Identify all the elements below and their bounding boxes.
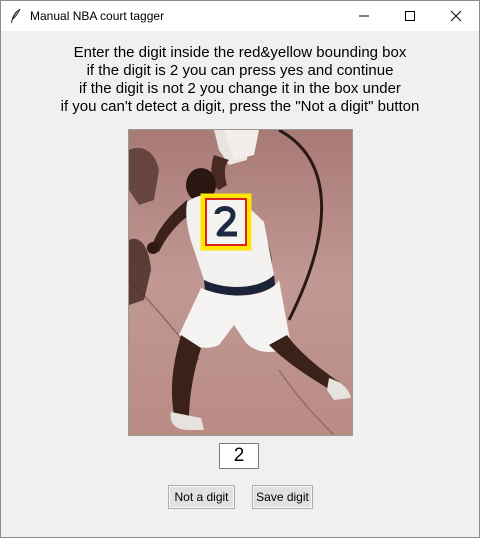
maximize-icon [405,11,415,21]
not-a-digit-button[interactable]: Not a digit [168,485,235,509]
player-image [128,129,353,436]
minimize-icon [359,15,369,17]
digit-entry-field[interactable] [219,443,259,469]
instruction-line: if you can't detect a digit, press the "… [60,98,420,115]
instruction-line: if the digit is 2 you can press yes and … [86,62,394,79]
close-button[interactable] [433,1,479,31]
main-content: Enter the digit inside the red&yellow bo… [1,31,479,537]
app-window: Manual NBA court tagger Enter the digit … [0,0,480,538]
title-bar[interactable]: Manual NBA court tagger [1,1,479,31]
window-title: Manual NBA court tagger [30,9,165,23]
instructions: Enter the digit inside the red&yellow bo… [1,44,479,116]
save-digit-button[interactable]: Save digit [252,485,313,509]
instruction-line: Enter the digit inside the red&yellow bo… [73,44,407,61]
instruction-line: if the digit is not 2 you change it in t… [79,80,401,97]
minimize-button[interactable] [341,1,387,31]
maximize-button[interactable] [387,1,433,31]
feather-icon [9,8,23,24]
close-icon [450,10,462,22]
